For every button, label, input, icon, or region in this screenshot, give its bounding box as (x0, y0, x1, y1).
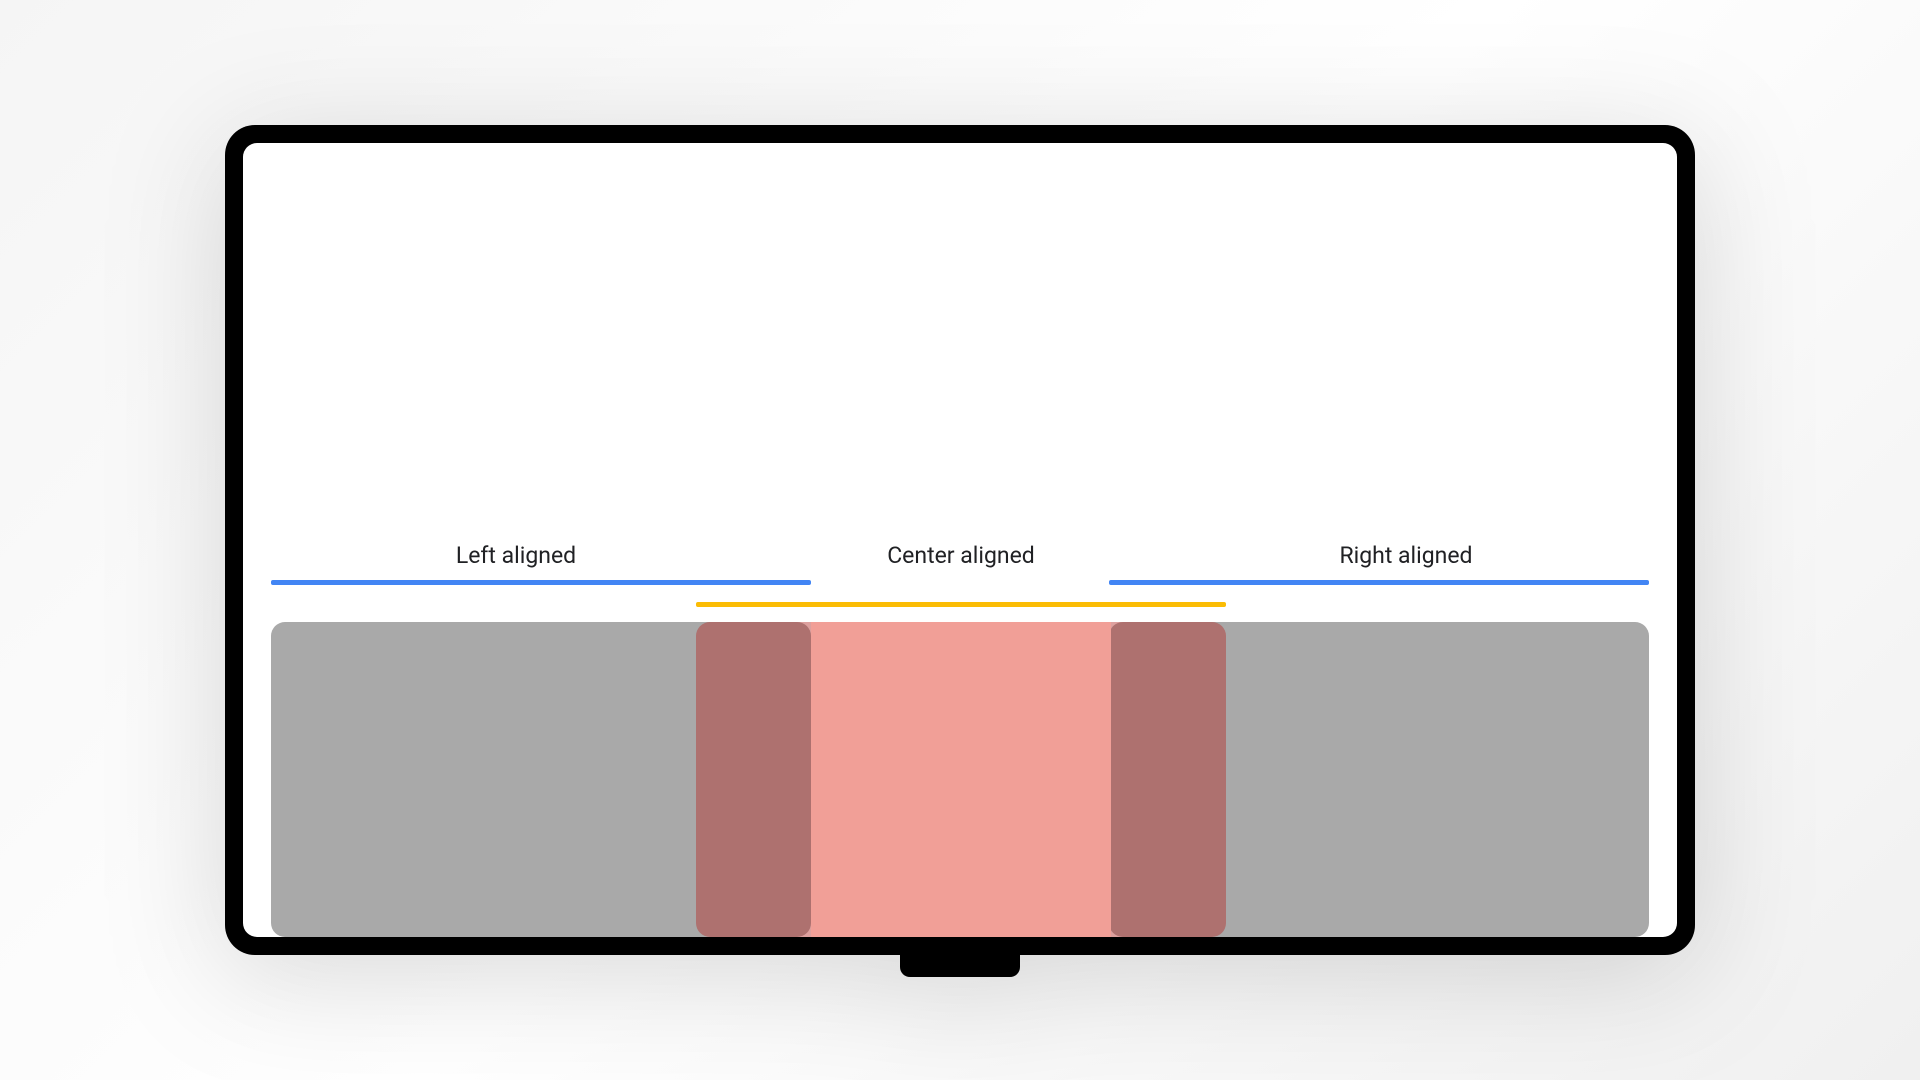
left-aligned-indicator (271, 580, 811, 585)
right-aligned-indicator (1109, 580, 1649, 585)
screen-viewport: Left aligned Center aligned Right aligne… (243, 143, 1677, 937)
monitor-frame: Left aligned Center aligned Right aligne… (225, 125, 1695, 955)
monitor-bezel: Left aligned Center aligned Right aligne… (225, 125, 1695, 955)
center-aligned-indicator (696, 602, 1226, 607)
left-aligned-label: Left aligned (456, 542, 576, 569)
cards-row (271, 622, 1649, 937)
indicator-lines (271, 580, 1649, 610)
overlap-region-right (1111, 622, 1226, 937)
center-aligned-card-body (811, 622, 1111, 937)
center-aligned-label: Center aligned (887, 542, 1035, 569)
right-aligned-label: Right aligned (1339, 542, 1472, 569)
monitor-stand (900, 947, 1020, 977)
labels-row: Left aligned Center aligned Right aligne… (271, 542, 1649, 572)
overlap-region-left (696, 622, 811, 937)
alignment-diagram: Left aligned Center aligned Right aligne… (271, 542, 1649, 937)
